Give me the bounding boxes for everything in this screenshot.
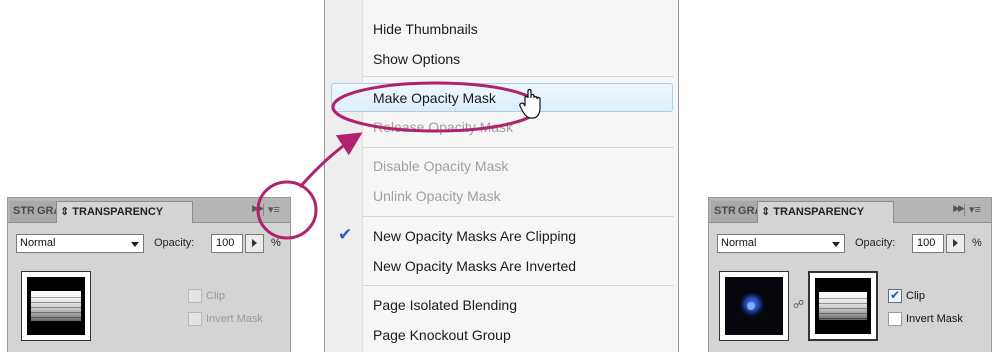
chevron-down-icon (832, 242, 840, 247)
thumbnail-image (725, 277, 783, 335)
transparency-panel-after: STR GRA ⇕ TRANSPARENCY ▶▶ ▾≡ Normal Opac… (708, 197, 992, 352)
menu-separator (362, 76, 674, 77)
menu-item-hide-thumbnails[interactable]: Hide Thumbnails (373, 21, 478, 37)
clip-checkbox[interactable] (188, 289, 202, 303)
clip-label: Clip (206, 290, 225, 302)
opacity-input[interactable]: 100 (211, 234, 243, 253)
transparency-panel-before: STR GRA ⇕ TRANSPARENCY ▶▶ ▾≡ Normal Opac… (7, 197, 291, 352)
menu-separator (362, 216, 674, 217)
panel-menu-icon[interactable]: ▾≡ (965, 202, 985, 218)
panel-tab-bar: STR GRA ⇕ TRANSPARENCY ▶▶ ▾≡ (709, 198, 991, 223)
blend-mode-select[interactable]: Normal (717, 234, 845, 253)
opacity-unit: % (972, 237, 982, 249)
menu-item-new-masks-clipping[interactable]: New Opacity Masks Are Clipping (373, 228, 576, 244)
opacity-label: Opacity: (855, 237, 896, 249)
menu-icon-gutter (325, 0, 363, 352)
artwork-thumbnail[interactable] (719, 271, 789, 341)
chain-link-icon[interactable]: ☍ (793, 298, 804, 311)
tab-transparency-label: TRANSPARENCY (773, 206, 865, 218)
artwork-thumbnail[interactable] (21, 271, 91, 341)
tab-transparency[interactable]: ⇕ TRANSPARENCY (757, 201, 894, 223)
opacity-stepper-icon[interactable] (946, 234, 965, 253)
panel-flyout-menu: Hide Thumbnails Show Options Make Opacit… (324, 0, 679, 352)
opacity-unit: % (271, 237, 281, 249)
invert-mask-label: Invert Mask (906, 313, 963, 325)
opacity-stepper-icon[interactable] (245, 234, 264, 253)
tab-gradient[interactable]: GRA (34, 201, 61, 222)
mask-image (815, 278, 871, 334)
thumbnail-image (27, 277, 85, 335)
invert-mask-checkbox[interactable] (188, 312, 202, 326)
tab-stroke[interactable]: STR (711, 201, 736, 222)
checkmark-icon: ✔ (338, 225, 353, 244)
chevron-down-icon (131, 242, 139, 247)
opacity-input[interactable]: 100 (912, 234, 944, 253)
clip-label: Clip (906, 290, 925, 302)
blend-mode-value: Normal (20, 237, 56, 249)
menu-separator (362, 147, 674, 148)
menu-item-page-knockout-group[interactable]: Page Knockout Group (373, 327, 511, 343)
expand-arrows-icon[interactable]: ▶▶ (252, 203, 264, 214)
blend-mode-value: Normal (721, 237, 757, 249)
panel-tab-bar: STR GRA ⇕ TRANSPARENCY ▶▶ ▾≡ (8, 198, 290, 223)
tab-reorder-icon: ⇕ (60, 206, 73, 218)
expand-arrows-icon[interactable]: ▶▶ (953, 203, 965, 214)
blend-mode-select[interactable]: Normal (16, 234, 144, 253)
menu-item-unlink-opacity-mask: Unlink Opacity Mask (373, 188, 501, 204)
menu-separator (362, 285, 674, 286)
opacity-label: Opacity: (154, 237, 195, 249)
menu-item-release-opacity-mask: Release Opacity Mask (373, 119, 514, 135)
tab-transparency-label: TRANSPARENCY (72, 206, 164, 218)
menu-item-disable-opacity-mask: Disable Opacity Mask (373, 158, 509, 174)
opacity-mask-thumbnail[interactable] (808, 271, 878, 341)
invert-mask-label: Invert Mask (206, 313, 263, 325)
menu-item-show-options[interactable]: Show Options (373, 51, 460, 67)
invert-mask-checkbox[interactable] (888, 312, 902, 326)
panel-menu-icon[interactable]: ▾≡ (264, 202, 284, 218)
tab-gradient[interactable]: GRA (735, 201, 762, 222)
clip-checkbox[interactable] (888, 288, 902, 303)
tab-reorder-icon: ⇕ (761, 206, 774, 218)
menu-item-page-isolated-blending[interactable]: Page Isolated Blending (373, 297, 517, 313)
tab-transparency[interactable]: ⇕ TRANSPARENCY (56, 201, 193, 223)
menu-item-new-masks-inverted[interactable]: New Opacity Masks Are Inverted (373, 258, 576, 274)
menu-item-make-opacity-mask[interactable]: Make Opacity Mask (373, 90, 496, 106)
tab-stroke[interactable]: STR (10, 201, 35, 222)
